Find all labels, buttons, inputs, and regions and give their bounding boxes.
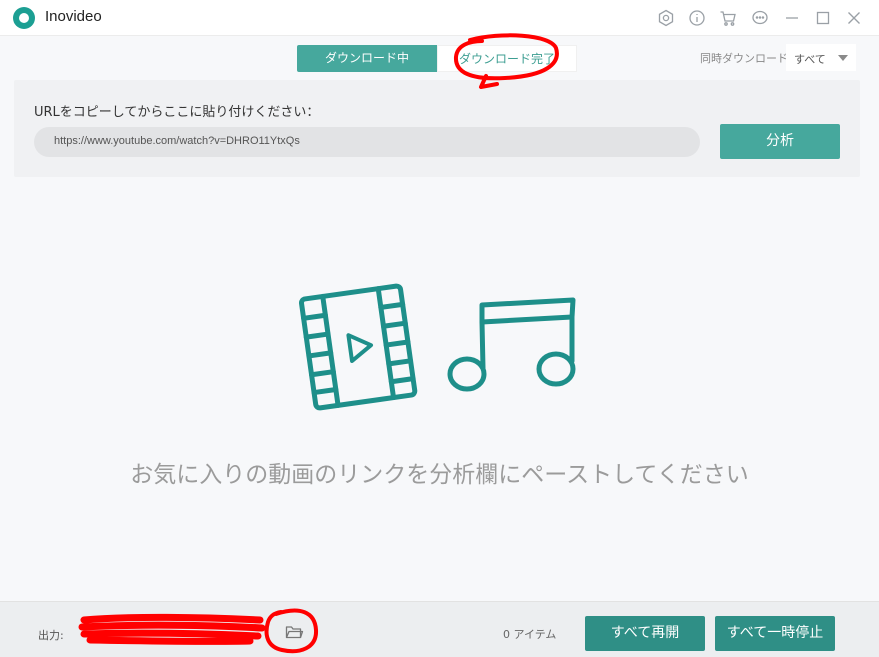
tab-download-complete[interactable]: ダウンロード完了 [437, 45, 577, 72]
title-bar: Inovideo [0, 0, 879, 36]
settings-icon[interactable] [657, 9, 675, 27]
minimize-icon[interactable] [783, 9, 801, 27]
output-label: 出力: [38, 629, 64, 642]
resume-all-button[interactable]: すべて再開 [585, 616, 705, 651]
folder-icon[interactable] [284, 622, 304, 642]
item-count: 0 アイテム [503, 628, 557, 641]
url-panel: URLをコピーしてからここに貼り付けください： https://www.yout… [14, 80, 860, 177]
analyze-button[interactable]: 分析 [720, 124, 840, 159]
bottom-bar: 出力: 0 アイテム すべて再開 すべて一時停止 [0, 601, 879, 657]
app-title: Inovideo [45, 8, 102, 25]
empty-state-illustration [296, 278, 582, 418]
music-note-icon [447, 297, 576, 392]
url-input[interactable]: https://www.youtube.com/watch?v=DHRO11Yt… [34, 127, 700, 157]
tab-downloading[interactable]: ダウンロード中 [297, 45, 437, 72]
film-icon [298, 283, 418, 411]
url-input-value: https://www.youtube.com/watch?v=DHRO11Yt… [54, 135, 300, 147]
empty-state-message: お気に入りの動画のリンクを分析欄にペーストしてください [130, 462, 749, 488]
pause-all-button[interactable]: すべて一時停止 [715, 616, 835, 651]
info-icon[interactable] [688, 9, 706, 27]
cart-icon[interactable] [719, 9, 737, 27]
concurrent-download-select[interactable]: すべて [786, 44, 856, 71]
app-logo-icon [13, 7, 35, 29]
concurrent-download-value: すべて [794, 53, 826, 66]
chat-icon[interactable] [751, 9, 769, 27]
maximize-icon[interactable] [814, 9, 832, 27]
url-label: URLをコピーしてからここに貼り付けください： [34, 105, 320, 120]
close-icon[interactable] [845, 9, 863, 27]
output-path-field[interactable] [78, 619, 268, 643]
chevron-down-icon [838, 55, 848, 61]
concurrent-download-label: 同時ダウンロード [700, 52, 788, 65]
